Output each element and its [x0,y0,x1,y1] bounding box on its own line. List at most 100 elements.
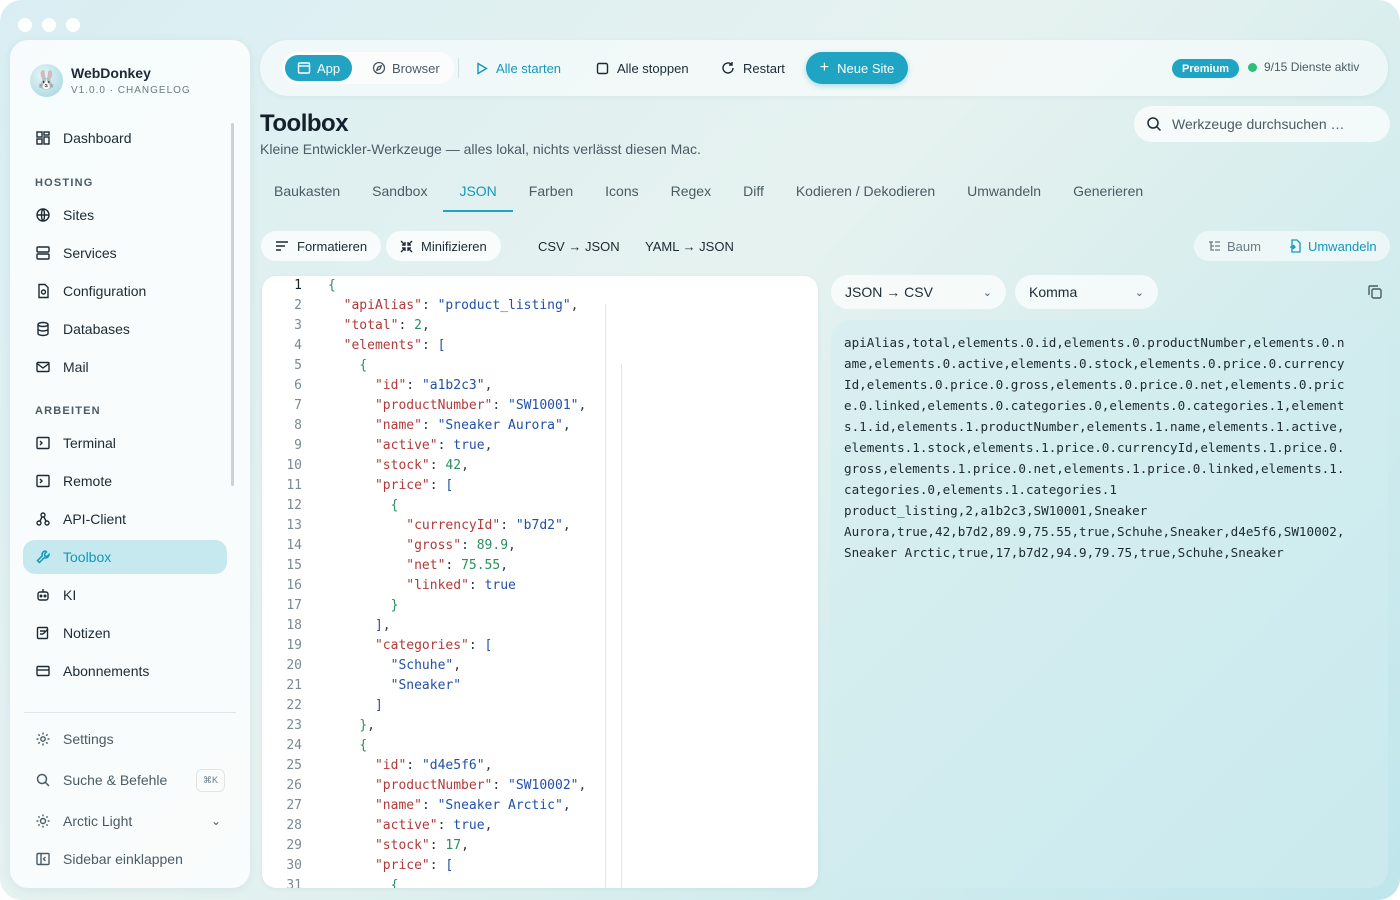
code-line[interactable]: 15 "net": 75.55, [262,556,818,576]
premium-badge[interactable]: Premium [1172,59,1240,78]
conversion-mode-select[interactable]: JSON → CSV ⌄ [831,275,1006,309]
sidebar-item-dashboard[interactable]: Dashboard [23,121,227,155]
sidebar-item-sites[interactable]: Sites [23,198,227,232]
code-line[interactable]: 22 ] [262,696,818,716]
csv-to-json-button[interactable]: CSV → JSON [524,231,634,261]
tab-regex[interactable]: Regex [655,170,727,212]
code-text: ], [374,618,391,633]
tab-sandbox[interactable]: Sandbox [356,170,443,212]
minimize-window-button[interactable] [42,18,56,32]
sidebar-item-remote[interactable]: Remote [23,464,227,498]
code-line[interactable]: 5 { [262,356,818,376]
line-number: 12 [286,498,302,513]
sidebar-item-search-commands[interactable]: Suche & Befehle ⌘K [23,763,227,797]
code-line[interactable]: 3 "total": 2, [262,316,818,336]
code-line[interactable]: 7 "productNumber": "SW10001", [262,396,818,416]
code-line[interactable]: 6 "id": "a1b2c3", [262,376,818,396]
sidebar-item-abonnements[interactable]: Abonnements [23,654,227,688]
tab-umwandeln[interactable]: Umwandeln [951,170,1057,212]
toolbar-divider [458,58,459,78]
code-line[interactable]: 27 "name": "Sneaker Arctic", [262,796,818,816]
json-editor[interactable]: 1{2 "apiAlias": "product_listing", 3 "tot… [262,276,818,888]
tab-kodieren-dekodieren[interactable]: Kodieren / Dekodieren [780,170,951,212]
code-line[interactable]: 9 "active": true, [262,436,818,456]
code-line[interactable]: 25 "id": "d4e5f6", [262,756,818,776]
code-line[interactable]: 23 }, [262,716,818,736]
convert-view-button[interactable]: Umwandeln [1275,239,1391,254]
sidebar-item-collapse[interactable]: Sidebar einklappen [23,842,227,876]
sidebar-scrollbar[interactable] [231,123,234,486]
app-mode-button[interactable]: App [285,55,353,81]
code-line[interactable]: 11 "price": [ [262,476,818,496]
window-icon [297,62,311,74]
code-line[interactable]: 13 "currencyId": "b7d2", [262,516,818,536]
code-line[interactable]: 24 { [262,736,818,756]
minify-button[interactable]: Minifizieren [386,231,501,261]
delimiter-select[interactable]: Komma ⌄ [1015,275,1158,309]
code-line[interactable]: 17 } [262,596,818,616]
copy-icon[interactable] [1366,283,1384,301]
services-status[interactable]: 9/15 Dienste aktiv [1248,60,1359,74]
sidebar-item-label: Abonnements [63,663,150,679]
code-line[interactable]: 26 "productNumber": "SW10002", [262,776,818,796]
code-text: "Schuhe", [390,658,462,673]
sidebar-item-mail[interactable]: Mail [23,350,227,384]
sidebar-item-toolbox[interactable]: Toolbox [23,540,227,574]
code-line[interactable]: 29 "stock": 17, [262,836,818,856]
tab-diff[interactable]: Diff [727,170,780,212]
code-line[interactable]: 18 ], [262,616,818,636]
close-window-button[interactable] [18,18,32,32]
sidebar-item-terminal[interactable]: Terminal [23,426,227,460]
tab-farben[interactable]: Farben [513,170,589,212]
sidebar-item-api-client[interactable]: API-Client [23,502,227,536]
code-line[interactable]: 30 "price": [ [262,856,818,876]
code-line[interactable]: 14 "gross": 89.9, [262,536,818,556]
csv-output[interactable]: apiAlias,total,elements.0.id,elements.0.… [831,320,1388,888]
code-line[interactable]: 1{ [262,276,818,296]
restart-button[interactable]: Restart [721,54,785,82]
window-controls [18,18,80,32]
tab-generieren[interactable]: Generieren [1057,170,1159,212]
tab-icons[interactable]: Icons [589,170,654,212]
tool-search-input[interactable] [1172,116,1372,132]
format-button[interactable]: Formatieren [261,231,382,261]
line-number: 17 [286,598,302,613]
code-line[interactable]: 31 { [262,876,818,888]
code-line[interactable]: 12 { [262,496,818,516]
code-line[interactable]: 4 "elements": [ [262,336,818,356]
output-line: ame,elements.0.active,elements.0.stock,e… [844,356,1345,371]
api-icon [35,511,51,527]
page-title: Toolbox [260,110,349,137]
code-line[interactable]: 10 "stock": 42, [262,456,818,476]
output-line: Sneaker Arctic,true,17,b7d2,94.9,79.75,t… [844,545,1284,560]
code-line[interactable]: 2 "apiAlias": "product_listing", [262,296,818,316]
sidebar-item-settings[interactable]: Settings [23,722,227,756]
code-line[interactable]: 28 "active": true, [262,816,818,836]
sidebar-item-ki[interactable]: KI [23,578,227,612]
tree-view-button[interactable]: Baum [1194,239,1275,254]
sidebar-item-configuration[interactable]: Configuration [23,274,227,308]
new-site-button[interactable]: + Neue Site [806,52,908,84]
chevron-down-icon: ⌄ [210,814,221,828]
sidebar-item-notizen[interactable]: Notizen [23,616,227,650]
browser-mode-button[interactable]: Browser [360,55,452,81]
code-text: "Sneaker" [390,678,462,693]
sidebar-item-theme[interactable]: Arctic Light ⌄ [23,804,227,838]
code-line[interactable]: 8 "name": "Sneaker Aurora", [262,416,818,436]
zoom-window-button[interactable] [66,18,80,32]
tab-baukasten[interactable]: Baukasten [260,170,356,212]
stop-all-button[interactable]: Alle stoppen [596,54,689,82]
code-line[interactable]: 20 "Schuhe", [262,656,818,676]
sidebar-item-label: Remote [63,473,113,489]
line-number: 10 [286,458,302,473]
code-line[interactable]: 19 "categories": [ [262,636,818,656]
app-version[interactable]: V1.0.0 · CHANGELOG [71,85,191,96]
code-line[interactable]: 21 "Sneaker" [262,676,818,696]
tab-json[interactable]: JSON [443,170,514,212]
yaml-to-json-button[interactable]: YAML → JSON [631,231,748,261]
sidebar-item-services[interactable]: Services [23,236,227,270]
sidebar-item-databases[interactable]: Databases [23,312,227,346]
brand[interactable]: 🐰 WebDonkey V1.0.0 · CHANGELOG [30,64,191,97]
code-line[interactable]: 16 "linked": true [262,576,818,596]
start-all-button[interactable]: Alle starten [476,54,561,82]
